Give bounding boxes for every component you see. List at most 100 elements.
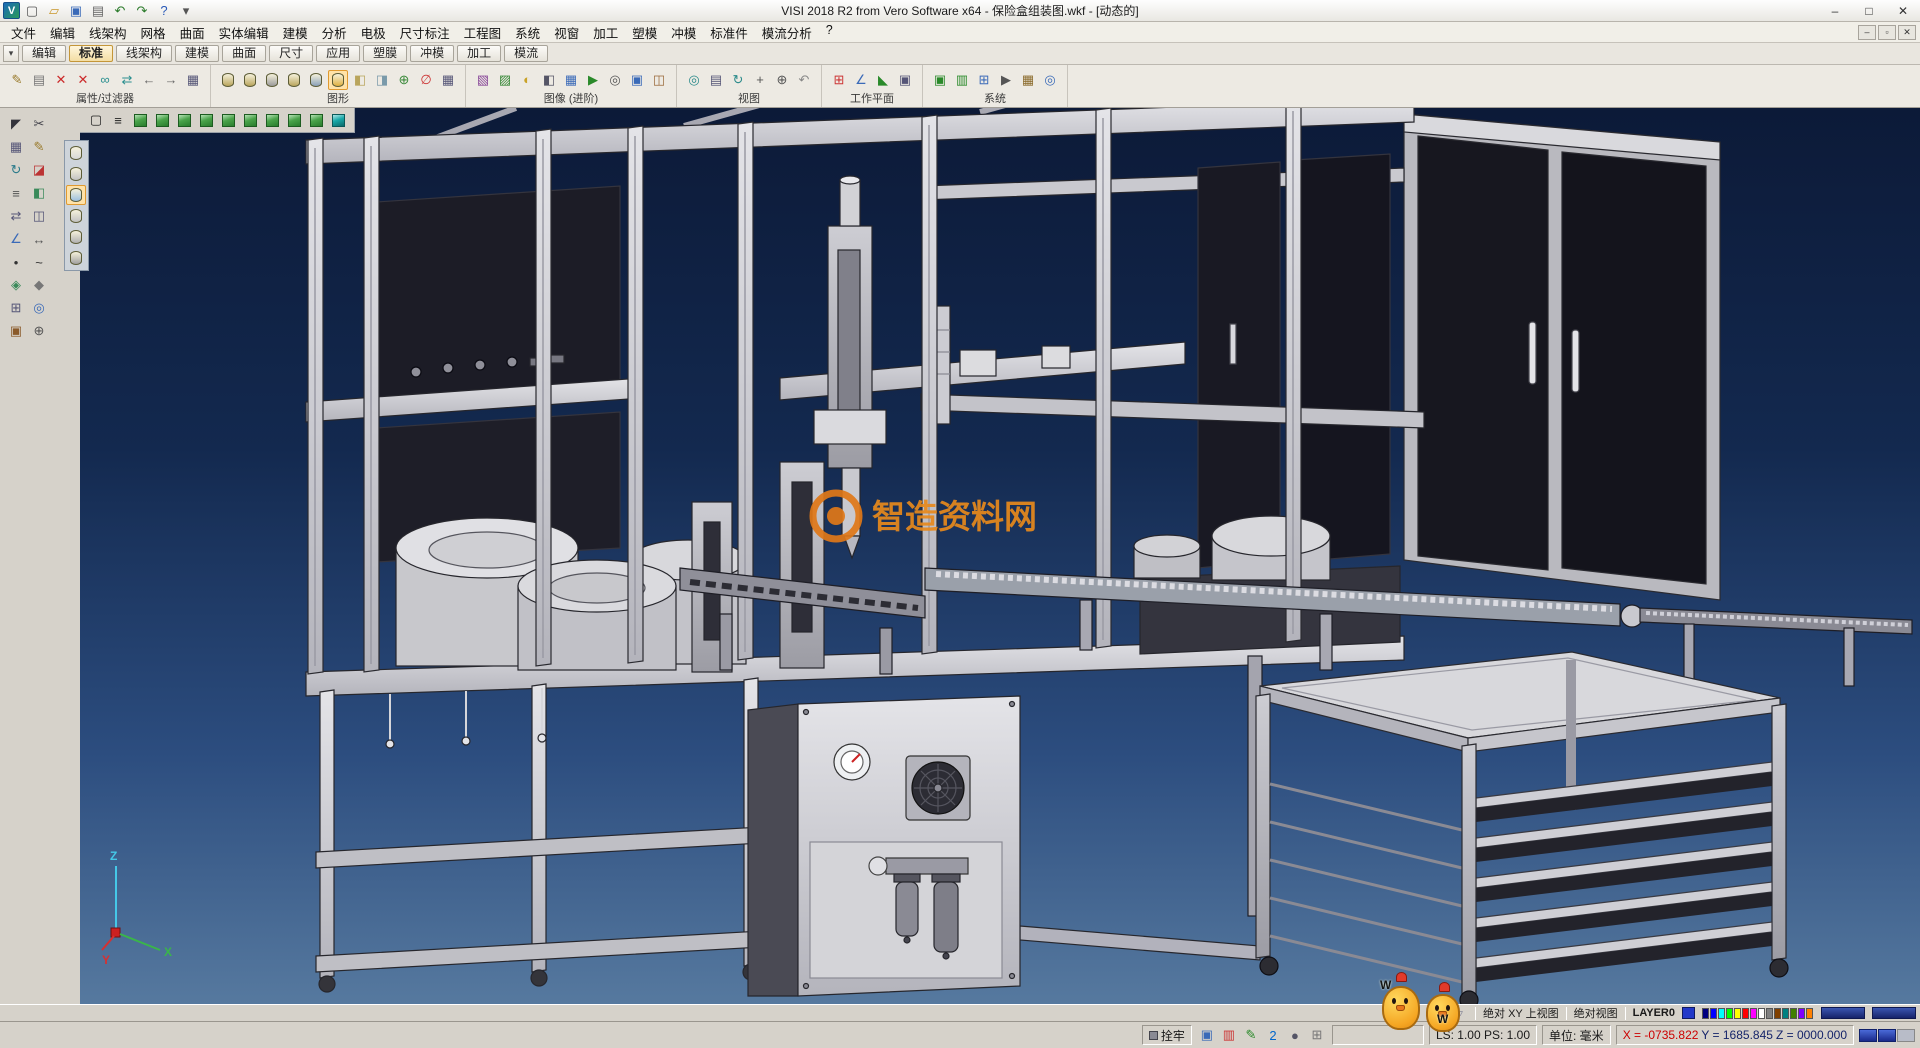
status-save-icon[interactable]: ▣	[1197, 1025, 1217, 1045]
tab-应用[interactable]: 应用	[316, 45, 360, 62]
tab-编辑[interactable]: 编辑	[22, 45, 66, 62]
menu-加工[interactable]: 加工	[586, 21, 625, 44]
palette-color[interactable]	[1774, 1008, 1781, 1019]
trimetric-view-icon[interactable]	[306, 110, 326, 130]
layer-color-bar[interactable]	[1821, 1007, 1865, 1019]
tab-曲面[interactable]: 曲面	[222, 45, 266, 62]
delete-attributes-icon[interactable]: ✕	[51, 70, 71, 90]
viewport[interactable]: ▢≡	[80, 108, 1920, 1004]
left-view-icon[interactable]	[174, 110, 194, 130]
match-properties-icon[interactable]: ▤	[29, 70, 49, 90]
palette-color[interactable]	[1798, 1008, 1805, 1019]
current-color-swatch[interactable]	[1682, 1007, 1695, 1019]
menu-工程图[interactable]: 工程图	[457, 21, 509, 44]
viewport-layout-icon[interactable]: ▢	[86, 110, 106, 130]
menu-塑模[interactable]: 塑模	[625, 21, 664, 44]
tab-建模[interactable]: 建模	[175, 45, 219, 62]
curve-icon[interactable]: ~	[29, 252, 49, 272]
right-view-icon[interactable]	[196, 110, 216, 130]
point-icon[interactable]: •	[6, 252, 26, 272]
tab-标准[interactable]: 标准	[69, 45, 113, 62]
isometric-view-icon[interactable]	[262, 110, 282, 130]
palette-color[interactable]	[1702, 1008, 1709, 1019]
palette-color[interactable]	[1734, 1008, 1741, 1019]
status-user-icon[interactable]: ●	[1285, 1025, 1305, 1045]
wireframe-display-icon[interactable]	[218, 70, 238, 90]
layer-name-label[interactable]: LAYER0	[1633, 1007, 1675, 1019]
shaded-display-icon[interactable]	[240, 70, 260, 90]
toolbar-options-icon[interactable]: ▾	[176, 1, 196, 21]
palette-color[interactable]	[1790, 1008, 1797, 1019]
zoom-view-icon[interactable]: ⊕	[772, 70, 792, 90]
palette-color[interactable]	[1806, 1008, 1813, 1019]
delete-filter-icon[interactable]: ✕	[73, 70, 93, 90]
visi-logo-icon[interactable]: V	[3, 2, 20, 19]
absolute-view-label[interactable]: 绝对视图	[1574, 1005, 1618, 1021]
options-gear-icon[interactable]: ⊕	[29, 321, 49, 341]
rotate-view-icon[interactable]: ↻	[6, 160, 26, 180]
edit-attributes-icon[interactable]: ✎	[7, 70, 27, 90]
sketch-pencil-icon[interactable]: ✎	[29, 137, 49, 157]
texture-map-icon[interactable]: ▨	[495, 70, 515, 90]
erase-icon[interactable]: ◪	[29, 160, 49, 180]
ghost-display-icon[interactable]	[284, 70, 304, 90]
back-view-icon[interactable]	[218, 110, 238, 130]
pen-color-bar[interactable]	[1872, 1007, 1916, 1019]
status-layer2-icon[interactable]: 2	[1263, 1025, 1283, 1045]
menu-冲模[interactable]: 冲模	[664, 21, 703, 44]
bottom-view-icon[interactable]	[240, 110, 260, 130]
menu-文件[interactable]: 文件	[4, 21, 43, 44]
animation-icon[interactable]: ▶	[583, 70, 603, 90]
menu-电极[interactable]: 电极	[354, 21, 393, 44]
add-display-icon[interactable]: ⊕	[394, 70, 414, 90]
tab-塑膜[interactable]: 塑膜	[363, 45, 407, 62]
menu-线架构[interactable]: 线架构	[82, 21, 134, 44]
front-view-icon[interactable]	[130, 110, 150, 130]
system-info-icon[interactable]: ◎	[1040, 70, 1060, 90]
link-entities-icon[interactable]: ∞	[95, 70, 115, 90]
view-mode-label[interactable]: 绝对 XY 上视图	[1483, 1005, 1559, 1021]
redo-icon[interactable]: ↷	[132, 1, 152, 21]
minimize-button[interactable]: –	[1818, 0, 1852, 21]
wireframe-mode-icon[interactable]	[66, 143, 86, 163]
open-file-icon[interactable]: ▱	[44, 1, 64, 21]
lighting-icon[interactable]: ◐	[517, 70, 537, 90]
dynamic-rotation-icon[interactable]	[328, 110, 348, 130]
tab-线架构[interactable]: 线架构	[116, 45, 172, 62]
menu-编辑[interactable]: 编辑	[43, 21, 82, 44]
menu-模流分析[interactable]: 模流分析	[755, 21, 819, 44]
select-arrow-icon[interactable]: ◤	[6, 114, 26, 134]
snapshot-icon[interactable]: ▣	[627, 70, 647, 90]
layer-display-icon[interactable]: ▦	[438, 70, 458, 90]
status-edit-icon[interactable]: ✎	[1241, 1025, 1261, 1045]
palette-color[interactable]	[1766, 1008, 1773, 1019]
menu-标准件[interactable]: 标准件	[703, 21, 755, 44]
database-icon[interactable]: ▦	[1018, 70, 1038, 90]
maximize-button[interactable]: □	[1852, 0, 1886, 21]
palette-color[interactable]	[1726, 1008, 1733, 1019]
palette-color[interactable]	[1718, 1008, 1725, 1019]
tab-overflow-icon[interactable]: ▾	[3, 45, 19, 62]
system-calculator-icon[interactable]: ⊞	[974, 70, 994, 90]
transform-icon[interactable]: ⇄	[6, 206, 26, 226]
hidden-line-display-icon[interactable]	[262, 70, 282, 90]
tab-冲模[interactable]: 冲模	[410, 45, 454, 62]
tab-模流[interactable]: 模流	[504, 45, 548, 62]
shaded-mode-icon[interactable]	[66, 185, 86, 205]
palette-color[interactable]	[1750, 1008, 1757, 1019]
layers-icon[interactable]: ≡	[6, 183, 26, 203]
trim-scissors-icon[interactable]: ✂	[29, 114, 49, 134]
tab-尺寸[interactable]: 尺寸	[269, 45, 313, 62]
solid-icon[interactable]: ◆	[29, 275, 49, 295]
menu-实体编辑[interactable]: 实体编辑	[212, 21, 276, 44]
workplane-entity-icon[interactable]: ◣	[873, 70, 893, 90]
render-icon[interactable]: ▣	[6, 321, 26, 341]
workplane-origin-icon[interactable]: ⊞	[829, 70, 849, 90]
transparent-display-icon[interactable]	[306, 70, 326, 90]
blank-entity-icon[interactable]: ∅	[416, 70, 436, 90]
rendered-mode-icon[interactable]	[66, 206, 86, 226]
help-icon[interactable]: ?	[154, 1, 174, 21]
view-list-icon[interactable]: ≡	[108, 110, 128, 130]
new-view-icon[interactable]: ◎	[684, 70, 704, 90]
menu-分析[interactable]: 分析	[315, 21, 354, 44]
